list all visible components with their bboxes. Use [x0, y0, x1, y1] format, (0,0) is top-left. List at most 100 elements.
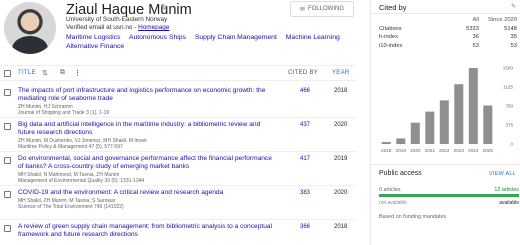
metric-all: 36 — [472, 34, 479, 41]
y-tick-label: 0 — [510, 142, 513, 147]
table-row: Do environmental, social and governance … — [0, 152, 356, 186]
interest-link[interactable]: Maritime Logistics — [66, 34, 120, 41]
row-checkbox[interactable] — [4, 123, 11, 130]
cited-by-count[interactable]: 417 — [300, 156, 310, 162]
metric-all: 5333 — [466, 25, 479, 32]
row-checkbox[interactable] — [4, 157, 11, 164]
row-checkbox[interactable] — [4, 191, 11, 198]
citation-metrics-table: All Since 2020 Citations 5333 5148 h-ind… — [379, 16, 519, 50]
more-options-icon[interactable]: ⋮ — [74, 69, 81, 77]
chart-bar[interactable] — [483, 105, 493, 145]
chart-bar[interactable] — [454, 84, 464, 144]
metric-since: 35 — [510, 34, 517, 41]
column-year[interactable]: YEAR — [332, 70, 350, 76]
articles-table-header: TITLE ⇅ ⧉ ⋮ CITED BY YEAR — [0, 65, 356, 81]
chart-bar[interactable] — [381, 142, 391, 144]
x-tick-label: 2023 — [454, 148, 465, 153]
metric-row: Citations 5333 5148 — [379, 25, 519, 34]
cited-by-count[interactable]: 466 — [300, 88, 310, 94]
metric-all: 53 — [472, 42, 479, 49]
interest-link[interactable]: Alternative Finance — [66, 43, 124, 50]
public-access-title: Public access — [379, 170, 422, 177]
interest-link[interactable]: Supply Chain Management — [195, 34, 277, 41]
metric-label[interactable]: Citations — [379, 26, 439, 32]
public-access-bar-fill — [379, 194, 519, 197]
edit-pencil-icon[interactable]: ✎ — [160, 3, 168, 14]
citations-bar-chart: 2018 2019 2020 2021 2022 2023 2024 2025 0 375 750 1… — [381, 66, 514, 153]
metric-row: i10-index 53 53 — [379, 42, 519, 51]
x-tick-label: 2025 — [483, 148, 494, 153]
article-venue: Science of The Total Environment 745 (14… — [18, 204, 124, 210]
envelope-icon: ✉ — [299, 6, 305, 13]
table-row: Big data and artificial intelligence in … — [0, 118, 356, 152]
column-title[interactable]: TITLE — [18, 70, 36, 76]
metric-row: h-index 36 35 — [379, 33, 519, 42]
metric-since: 5148 — [504, 25, 517, 32]
view-all-link[interactable]: VIEW ALL — [489, 171, 516, 177]
x-tick-label: 2021 — [425, 148, 436, 153]
metric-since: 53 — [510, 42, 517, 49]
article-year: 2020 — [334, 122, 348, 128]
x-tick-label: 2022 — [439, 148, 450, 153]
x-tick-label: 2020 — [410, 148, 421, 153]
public-access-bar — [379, 194, 519, 197]
article-title[interactable]: The impacts of port infrastructure and l… — [18, 87, 276, 103]
y-tick-label: 1125 — [503, 85, 513, 90]
article-year: 2020 — [334, 190, 348, 196]
chart-bar[interactable] — [410, 122, 420, 144]
column-all: All — [472, 17, 479, 24]
metrics-header-row: All Since 2020 — [379, 16, 519, 25]
interest-link[interactable]: Autonomous Ships — [129, 34, 186, 41]
article-title[interactable]: COVID-19 and the environment: A critical… — [18, 189, 276, 197]
email-line: Verified email at usn.no - Homepage — [66, 24, 169, 31]
article-venue: Maritime Policy & Management 47 (5), 577… — [18, 144, 123, 150]
homepage-link[interactable]: Homepage — [138, 24, 169, 31]
divider — [371, 164, 520, 165]
y-tick-label: 1500 — [503, 66, 514, 71]
sort-icon[interactable]: ⇅ — [42, 69, 48, 77]
interest-link[interactable]: Machine Learning — [286, 34, 340, 41]
cited-by-count[interactable]: 437 — [300, 122, 310, 128]
follow-button[interactable]: ✉ FOLLOWING — [290, 1, 354, 17]
row-checkbox[interactable] — [4, 225, 11, 232]
chart-bar[interactable] — [468, 68, 478, 144]
select-all-checkbox[interactable] — [4, 70, 11, 77]
row-checkbox[interactable] — [4, 89, 11, 96]
affiliation: University of South-Eastern Norway — [66, 16, 168, 23]
cited-by-count[interactable]: 366 — [300, 224, 310, 230]
article-title[interactable]: Do environmental, social and governance … — [18, 155, 276, 171]
divider — [371, 13, 520, 14]
article-year: 2018 — [334, 88, 348, 94]
articles-list: The impacts of port infrastructure and l… — [0, 84, 356, 245]
column-cited-by[interactable]: CITED BY — [288, 70, 318, 76]
x-tick-label: 2018 — [381, 148, 392, 153]
merge-icon[interactable]: ⧉ — [60, 69, 65, 77]
not-available-label: not available — [379, 200, 408, 206]
y-tick-label: 750 — [505, 104, 513, 109]
table-row: A review of green supply chain managemen… — [0, 220, 356, 245]
x-tick-label: 2024 — [468, 148, 479, 153]
article-year: 2018 — [334, 224, 348, 230]
profile-header: Ziaul Haque Munim ✎ ✉ FOLLOWING Universi… — [0, 0, 356, 60]
chart-bar[interactable] — [396, 138, 406, 144]
article-venue: Journal of Shipping and Trade 3 (1), 1-1… — [18, 110, 110, 116]
not-available-count: 0 articles — [379, 187, 401, 193]
metric-label[interactable]: i10-index — [379, 43, 439, 49]
metric-label[interactable]: h-index — [379, 34, 439, 40]
chart-bar[interactable] — [425, 111, 435, 144]
cited-by-count[interactable]: 383 — [300, 190, 310, 196]
column-since: Since 2020 — [487, 17, 517, 24]
chart-bar[interactable] — [439, 100, 449, 144]
y-tick-label: 375 — [505, 123, 513, 128]
available-label: available — [499, 200, 519, 206]
edit-pencil-icon[interactable]: ✎ — [511, 3, 516, 10]
cited-by-panel: Cited by ✎ All Since 2020 Citations 5333… — [370, 0, 520, 245]
article-title[interactable]: Big data and artificial intelligence in … — [18, 121, 276, 137]
article-year: 2019 — [334, 156, 348, 162]
research-interests: Maritime Logistics Autonomous Ships Supp… — [66, 33, 356, 51]
article-venue: Management of Environmental Quality 30 (… — [18, 178, 145, 184]
follow-button-label: FOLLOWING — [308, 6, 345, 12]
article-title[interactable]: A review of green supply chain managemen… — [18, 223, 276, 239]
x-tick-label: 2019 — [396, 148, 407, 153]
table-row: COVID-19 and the environment: A critical… — [0, 186, 356, 220]
